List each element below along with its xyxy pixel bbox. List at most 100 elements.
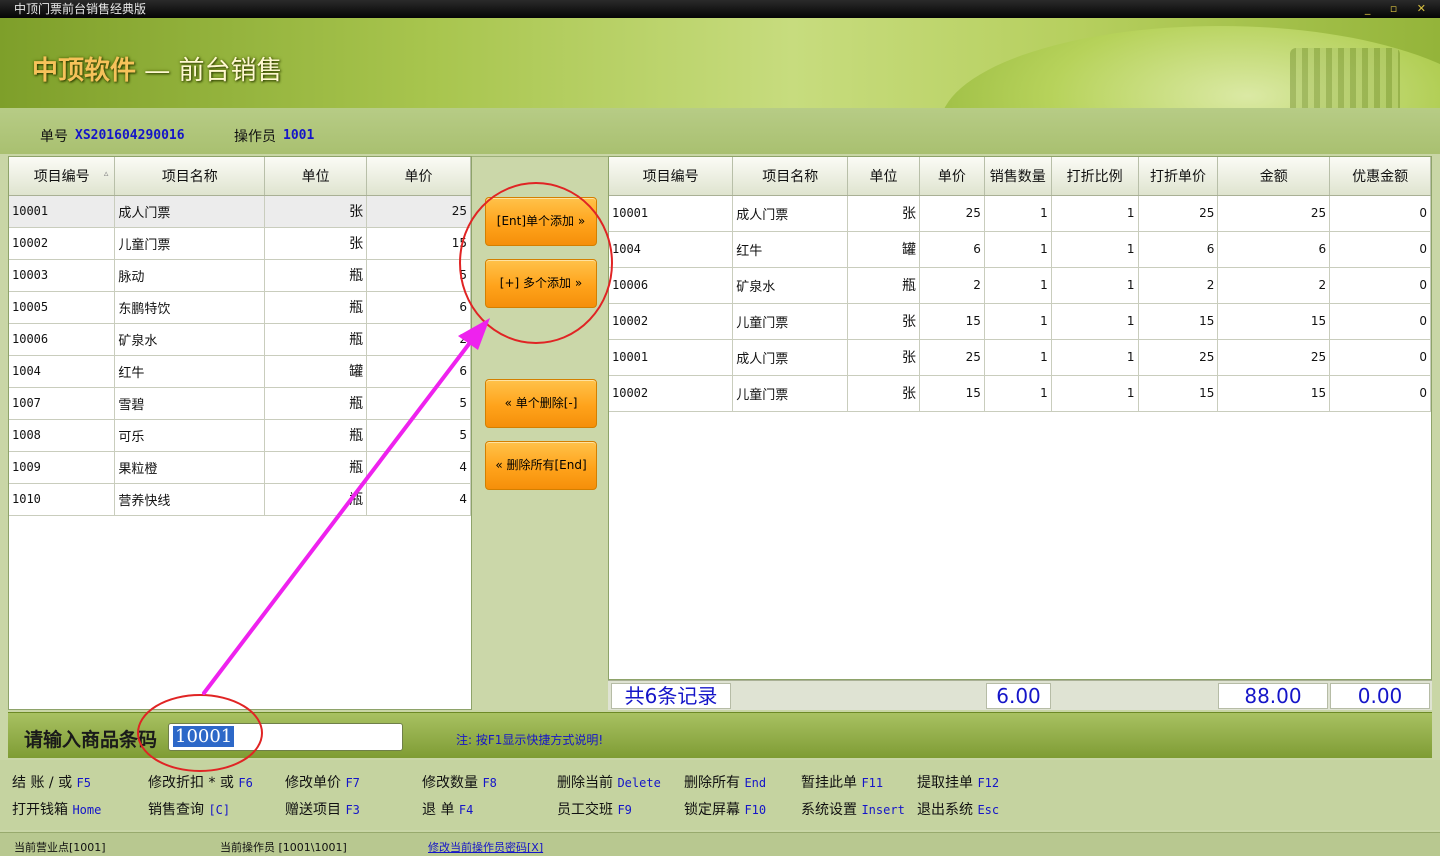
- product-cell: 5: [366, 419, 471, 452]
- sales-cell: 25: [1138, 195, 1219, 232]
- shortcut-label: 提取挂单: [917, 775, 973, 791]
- sales-cell: 10001: [609, 339, 734, 376]
- shortcut-item: 系统设置 Insert: [801, 799, 905, 819]
- sales-cell: 1: [984, 339, 1052, 376]
- product-col-header[interactable]: 项目名称: [114, 157, 266, 196]
- product-row[interactable]: 1008 可乐瓶 5: [9, 419, 471, 452]
- sales-row[interactable]: 10001 成人门票张 25 1 1 25 25 0: [609, 339, 1431, 376]
- product-cell: 瓶: [264, 483, 368, 516]
- product-col-header[interactable]: 单价: [366, 157, 471, 196]
- operator-number: 1001: [283, 128, 315, 143]
- shortcut-label: 修改数量: [422, 775, 478, 791]
- product-row[interactable]: 10006 矿泉水瓶 2: [9, 323, 471, 356]
- shortcut-label: 打开钱箱: [12, 802, 68, 818]
- sales-row[interactable]: 10002 儿童门票张 15 1 1 15 15 0: [609, 375, 1431, 412]
- shortcut-key: Home: [72, 803, 102, 817]
- shortcut-item: 删除当前 Delete: [557, 772, 661, 792]
- product-cell: 1007: [9, 387, 116, 420]
- barcode-input[interactable]: 10001: [168, 723, 403, 751]
- sales-col-header[interactable]: 金额: [1217, 157, 1331, 196]
- change-password-link[interactable]: 修改当前操作员密码[X]: [428, 839, 543, 855]
- barcode-input-bar: 请输入商品条码 10001 注: 按F1显示快捷方式说明!: [8, 712, 1432, 758]
- shortcut-item: 提取挂单 F12: [917, 772, 999, 792]
- sales-cell: 25: [1138, 339, 1219, 376]
- shortcut-label: 退 单: [422, 802, 455, 818]
- sales-cell: 15: [919, 303, 985, 340]
- app-banner: 中顶软件 — 前台销售: [0, 18, 1440, 108]
- sales-table-header: 项目编号 项目名称 单位 单价 销售数量 打折比例 打折单价 金额 优惠金额: [609, 157, 1431, 196]
- brand-dash: —: [136, 56, 179, 86]
- shortcut-item: 修改数量 F8: [422, 772, 497, 792]
- shortcut-item: 退 单 F4: [422, 799, 473, 819]
- operator-label: 操作员: [234, 129, 276, 145]
- shortcut-key: [C]: [208, 803, 231, 817]
- sales-col-header[interactable]: 项目名称: [732, 157, 849, 196]
- sales-cell: 10002: [609, 375, 734, 412]
- product-row[interactable]: 10003 脉动瓶 5: [9, 259, 471, 292]
- sales-cell: 0: [1329, 303, 1431, 340]
- window-controls[interactable]: _ ▫ ✕: [1365, 0, 1434, 18]
- sales-col-header[interactable]: 打折单价: [1138, 157, 1219, 196]
- product-row[interactable]: 10002 儿童门票张 15: [9, 227, 471, 260]
- sales-cell: 1: [1051, 231, 1139, 268]
- sales-cell: 罐: [847, 231, 920, 268]
- product-cell: 4: [366, 451, 471, 484]
- sales-col-header[interactable]: 打折比例: [1051, 157, 1139, 196]
- sales-cell: 0: [1329, 339, 1431, 376]
- status-current-operator: 当前操作员 [1001\1001]: [220, 841, 347, 854]
- product-cell: 2: [366, 323, 471, 356]
- brand-subtitle: 前台销售: [178, 56, 283, 86]
- product-row[interactable]: 10005 东鹏特饮瓶 6: [9, 291, 471, 324]
- delete-all-button[interactable]: « 删除所有[End]: [485, 441, 597, 490]
- sales-row[interactable]: 10006 矿泉水瓶 2 1 1 2 2 0: [609, 267, 1431, 304]
- product-cell: 儿童门票: [114, 227, 266, 260]
- order-info-bar: 单号 XS201604290016 操作员 1001: [0, 108, 1440, 154]
- product-cell: 营养快线: [114, 483, 266, 516]
- add-single-button[interactable]: [Ent]单个添加 »: [485, 197, 597, 246]
- shortcut-key: F4: [458, 803, 474, 817]
- sales-col-header[interactable]: 销售数量: [984, 157, 1052, 196]
- product-cell: 瓶: [264, 291, 368, 324]
- sales-cell: 15: [919, 375, 985, 412]
- product-table-header: 项目编号 ▵ 项目名称 单位 单价: [9, 157, 471, 196]
- product-col-header[interactable]: 单位: [264, 157, 368, 196]
- sales-cell: 25: [1217, 195, 1331, 232]
- product-row[interactable]: 1009 果粒橙瓶 4: [9, 451, 471, 484]
- sales-cell: 15: [1138, 303, 1219, 340]
- add-multiple-button[interactable]: [+] 多个添加 »: [485, 259, 597, 308]
- sales-col-header[interactable]: 单价: [919, 157, 985, 196]
- status-business-point: 当前营业点[1001]: [14, 841, 106, 854]
- delete-single-button[interactable]: « 单个删除[-]: [485, 379, 597, 428]
- product-cell: 果粒橙: [114, 451, 266, 484]
- sales-row[interactable]: 10001 成人门票张 25 1 1 25 25 0: [609, 195, 1431, 232]
- product-cell: 5: [366, 259, 471, 292]
- shortcut-item: 锁定屏幕 F10: [684, 799, 766, 819]
- product-row[interactable]: 10001 成人门票张 25: [9, 195, 471, 228]
- product-cell: 张: [264, 227, 368, 260]
- sales-cell: 15: [1217, 375, 1331, 412]
- product-col-header[interactable]: 项目编号 ▵: [9, 157, 116, 196]
- product-cell: 1010: [9, 483, 116, 516]
- product-row[interactable]: 1004 红牛罐 6: [9, 355, 471, 388]
- shortcut-legend: 结 账 / 或 F5 修改折扣 * 或 F6 修改单价 F7 修改数量 F8 删除当前 …: [0, 760, 1440, 830]
- sales-row[interactable]: 1004 红牛罐 6 1 1 6 6 0: [609, 231, 1431, 268]
- shortcut-label: 销售查询: [148, 802, 204, 818]
- product-table: 项目编号 ▵ 项目名称 单位 单价 10001 成人门票张 25 10002 儿童门票张 15 10…: [9, 157, 471, 516]
- shortcut-hint: 注: 按F1显示快捷方式说明!: [456, 733, 604, 747]
- product-row[interactable]: 1007 雪碧瓶 5: [9, 387, 471, 420]
- sales-col-header[interactable]: 单位: [847, 157, 920, 196]
- sales-col-header[interactable]: 优惠金额: [1329, 157, 1431, 196]
- product-cell: 5: [366, 387, 471, 420]
- product-row[interactable]: 1010 营养快线瓶 4: [9, 483, 471, 516]
- shortcut-item: 员工交班 F9: [557, 799, 632, 819]
- product-cell: 1008: [9, 419, 116, 452]
- sales-cell: 1004: [609, 231, 734, 268]
- sales-cell: 1: [984, 303, 1052, 340]
- sales-cell: 25: [919, 195, 985, 232]
- sales-col-header[interactable]: 项目编号: [609, 157, 734, 196]
- sales-row[interactable]: 10002 儿童门票张 15 1 1 15 15 0: [609, 303, 1431, 340]
- product-cell: 瓶: [264, 323, 368, 356]
- shortcut-label: 修改单价: [285, 775, 341, 791]
- sales-list-panel: 项目编号 项目名称 单位 单价 销售数量 打折比例 打折单价 金额 优惠金额 10001 成人门票…: [608, 156, 1432, 680]
- product-cell: 罐: [264, 355, 368, 388]
